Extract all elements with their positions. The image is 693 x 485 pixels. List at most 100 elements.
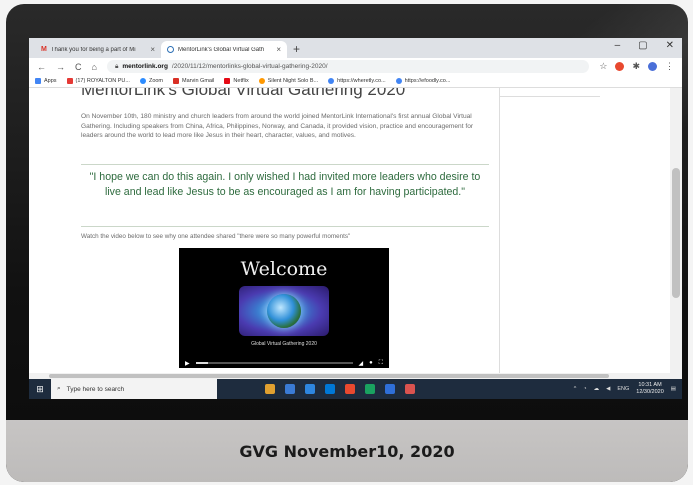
- volume-icon[interactable]: ◢: [359, 360, 364, 367]
- mentorlink-icon: [167, 46, 174, 53]
- reload-icon[interactable]: C: [75, 62, 82, 72]
- bookmark-item[interactable]: Netflix: [224, 78, 249, 84]
- close-tab-icon[interactable]: ×: [276, 45, 281, 54]
- menu-icon[interactable]: ⋮: [665, 61, 674, 72]
- divider: [81, 226, 489, 227]
- window-controls: – ▢ ✕: [615, 40, 674, 51]
- settings-icon[interactable]: ●: [369, 360, 373, 366]
- scrollbar-thumb[interactable]: [49, 374, 609, 378]
- gmail-icon: M: [41, 46, 47, 53]
- extensions: ☆ ✱ ⋮: [599, 61, 674, 72]
- bookmark-item[interactable]: Marvin Gmail: [173, 78, 214, 84]
- tab-label: Thank you for being a part of Mi: [50, 46, 136, 53]
- cloud-icon[interactable]: ☁: [594, 386, 600, 392]
- taskbar-app-icon[interactable]: [405, 384, 415, 394]
- gmail-icon: [173, 78, 180, 84]
- new-tab-button[interactable]: +: [293, 42, 300, 56]
- video-intro-text: Watch the video below to see why one att…: [81, 233, 351, 240]
- fullscreen-icon[interactable]: ⛶: [379, 360, 383, 367]
- bookmark-item[interactable]: https://wheretly.co...: [328, 78, 386, 84]
- bookmark-apps[interactable]: Apps: [35, 78, 57, 84]
- puzzle-icon[interactable]: ✱: [632, 61, 640, 72]
- bookmarks-bar: Apps (17) ROYALTON PU... Zoom Marvin Gma…: [29, 75, 682, 88]
- taskbar-app-icon[interactable]: [385, 384, 395, 394]
- network-icon[interactable]: ◔: [583, 386, 586, 392]
- earth-image: [239, 286, 329, 336]
- volume-icon[interactable]: ◀: [606, 386, 610, 392]
- taskbar-app-icon[interactable]: [345, 384, 355, 394]
- bookmark-label: Netflix: [233, 78, 249, 84]
- bookmark-item[interactable]: https://efoodly.co...: [395, 78, 451, 84]
- avatar[interactable]: [648, 62, 657, 71]
- divider: [81, 164, 489, 165]
- divider: [500, 96, 600, 97]
- bookmark-label: Marvin Gmail: [182, 78, 215, 84]
- extension-icon[interactable]: [615, 62, 625, 71]
- tab-label: MentorLink's Global Virtual Gath: [178, 46, 265, 53]
- chevron-up-icon[interactable]: ^: [574, 386, 577, 392]
- monitor-frame: M Thank you for being a part of Mi × Men…: [6, 4, 688, 482]
- taskbar-app-icon[interactable]: [365, 384, 375, 394]
- lock-icon: 🔒︎: [114, 62, 119, 70]
- bookmark-label: https://wheretly.co...: [337, 78, 386, 84]
- screen: M Thank you for being a part of Mi × Men…: [29, 38, 682, 399]
- taskbar-app-icon[interactable]: [285, 384, 295, 394]
- taskbar-search-input[interactable]: ⌕ Type here to search: [51, 379, 217, 399]
- tab-mentorlink[interactable]: MentorLink's Global Virtual Gath ×: [161, 41, 287, 58]
- system-tray: ^ ◔ ☁ ◀ ENG 10:31 AM 12/30/2020 ▤: [574, 382, 682, 396]
- address-bar: ← → C ⌂ 🔒︎ mentorlink.org/2020/11/12/men…: [29, 58, 682, 75]
- video-player[interactable]: Welcome Global Virtual Gathering 2020 ▶ …: [179, 248, 389, 368]
- apps-icon: [35, 78, 41, 84]
- search-icon: ⌕: [57, 385, 61, 392]
- google-icon: [328, 78, 335, 84]
- bookmark-label: Silent Night Solo B...: [267, 78, 319, 84]
- music-icon: [258, 78, 265, 84]
- intro-paragraph: On November 10th, 180 ministry and churc…: [81, 113, 474, 140]
- zoom-icon: [139, 78, 146, 84]
- search-placeholder: Type here to search: [66, 385, 125, 393]
- bookmark-item[interactable]: Zoom: [139, 78, 163, 84]
- clock-date: 12/30/2020: [636, 389, 664, 395]
- url-path: /2020/11/12/mentorlinks-global-virtual-g…: [171, 63, 328, 70]
- video-subtitle: Global Virtual Gathering 2020: [251, 341, 317, 347]
- bookmark-item[interactable]: (17) ROYALTON PU...: [66, 78, 130, 84]
- notification-icon[interactable]: ▤: [671, 386, 676, 392]
- close-icon[interactable]: ✕: [666, 40, 674, 51]
- taskbar-app-icon[interactable]: [325, 384, 335, 394]
- close-tab-icon[interactable]: ×: [150, 45, 155, 54]
- taskbar-app-icon[interactable]: [265, 384, 275, 394]
- windows-taskbar: ⊞ ⌕ Type here to search ^ ◔ ☁ ◀ ENG 10:3…: [29, 379, 682, 399]
- windows-start-icon[interactable]: ⊞: [29, 379, 51, 399]
- scrollbar-thumb[interactable]: [672, 168, 680, 298]
- page-title: MentorLink's Global Virtual Gathering 20…: [81, 88, 406, 99]
- globe-icon: [267, 294, 301, 328]
- tab-gmail[interactable]: M Thank you for being a part of Mi ×: [35, 41, 161, 58]
- video-progress-fill: [195, 362, 209, 364]
- minimize-icon[interactable]: –: [615, 40, 621, 51]
- page-viewport: MentorLink's Global Virtual Gathering 20…: [29, 88, 682, 373]
- article: MentorLink's Global Virtual Gathering 20…: [71, 88, 489, 373]
- url-host: mentorlink.org: [122, 63, 168, 70]
- netflix-icon: [224, 78, 231, 84]
- lang-indicator[interactable]: ENG: [617, 386, 629, 392]
- forward-icon[interactable]: →: [56, 62, 65, 72]
- browser-tabbar: M Thank you for being a part of Mi × Men…: [29, 38, 682, 58]
- home-icon[interactable]: ⌂: [92, 62, 97, 72]
- bookmark-label: https://efoodly.co...: [404, 78, 451, 84]
- google-icon: [395, 78, 402, 84]
- clock[interactable]: 10:31 AM 12/30/2020: [636, 382, 664, 396]
- maximize-icon[interactable]: ▢: [638, 40, 647, 51]
- video-controls: ▶ ◢ ● ⛶: [179, 358, 389, 368]
- monitor-chin: GVG November10, 2020: [6, 420, 688, 482]
- star-icon[interactable]: ☆: [599, 61, 607, 72]
- pull-quote: "I hope we can do this again. I only wis…: [89, 171, 481, 198]
- back-icon[interactable]: ←: [37, 62, 46, 72]
- video-title: Welcome: [240, 258, 328, 280]
- video-progress-bar[interactable]: [195, 362, 353, 364]
- url-input[interactable]: 🔒︎ mentorlink.org/2020/11/12/mentorlinks…: [106, 60, 590, 73]
- vertical-scrollbar[interactable]: [670, 88, 682, 373]
- play-icon[interactable]: ▶: [185, 360, 190, 367]
- bookmark-item[interactable]: Silent Night Solo B...: [258, 78, 319, 84]
- youtube-icon: [66, 78, 73, 84]
- taskbar-app-icon[interactable]: [305, 384, 315, 394]
